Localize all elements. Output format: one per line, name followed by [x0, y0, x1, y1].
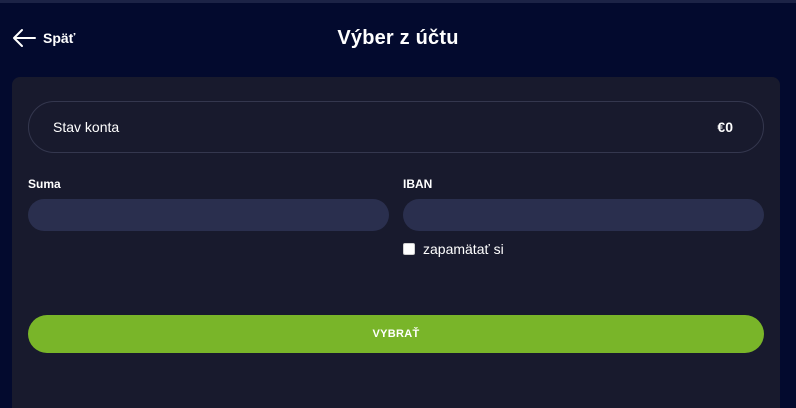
amount-input[interactable]	[28, 199, 389, 231]
balance-box: Stav konta €0	[28, 101, 764, 153]
remember-checkbox[interactable]	[403, 243, 415, 255]
balance-value: €0	[717, 119, 733, 135]
remember-toggle[interactable]: zapamätať si	[403, 241, 504, 257]
remember-label: zapamätať si	[423, 241, 504, 257]
page-title: Výber z účtu	[337, 27, 459, 49]
withdraw-button[interactable]: VYBRAŤ	[28, 315, 764, 353]
iban-label: IBAN	[403, 177, 433, 191]
page-header: Späť Výber z účtu	[0, 3, 796, 77]
amount-label: Suma	[28, 177, 61, 191]
balance-label: Stav konta	[53, 119, 120, 135]
withdraw-panel: Stav konta €0 Suma IBAN zapamätať si VYB…	[12, 77, 780, 408]
iban-input[interactable]	[403, 199, 764, 231]
